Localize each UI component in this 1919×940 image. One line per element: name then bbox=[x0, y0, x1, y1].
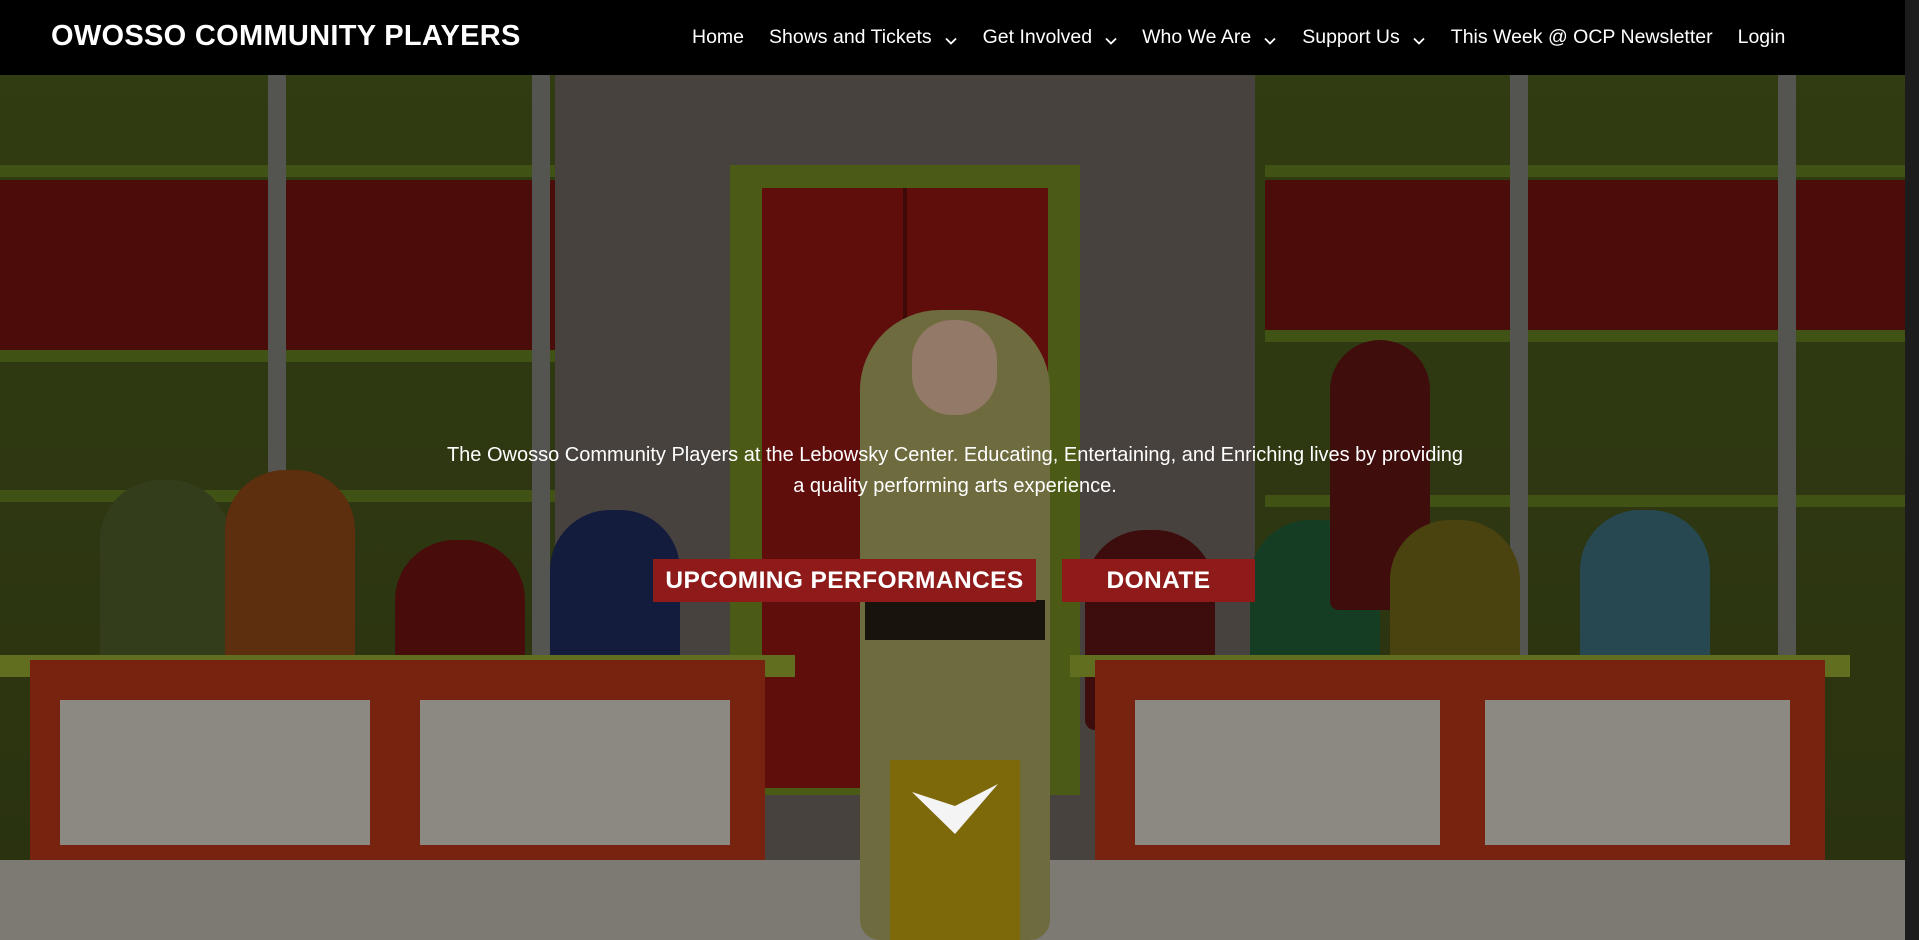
nav-item-newsletter[interactable]: This Week @ OCP Newsletter bbox=[1451, 26, 1713, 49]
hero-section: The Owosso Community Players at the Lebo… bbox=[0, 0, 1919, 940]
nav-item-label: This Week @ OCP Newsletter bbox=[1450, 26, 1713, 48]
nav-item-login[interactable]: Login bbox=[1738, 26, 1786, 49]
scroll-down-chevron-icon[interactable] bbox=[912, 784, 998, 834]
donate-button[interactable]: DONATE bbox=[1062, 559, 1255, 602]
nav-item-support-us[interactable]: Support Us bbox=[1302, 26, 1426, 49]
nav-item-who-we-are[interactable]: Who We Are bbox=[1142, 26, 1277, 49]
nav-item-get-involved[interactable]: Get Involved bbox=[983, 26, 1118, 49]
site-header: OWOSSO COMMUNITY PLAYERS Home Shows and … bbox=[0, 0, 1919, 75]
nav-item-label: Get Involved bbox=[982, 26, 1093, 48]
nav-item-label: Shows and Tickets bbox=[769, 26, 932, 48]
chevron-down-icon bbox=[1263, 31, 1277, 45]
main-nav: Home Shows and Tickets Get Involved Who … bbox=[692, 0, 1785, 75]
nav-item-label: Home bbox=[692, 26, 745, 48]
hero-tagline: The Owosso Community Players at the Lebo… bbox=[446, 444, 1464, 497]
chevron-down-icon bbox=[1104, 31, 1118, 45]
nav-item-label: Login bbox=[1737, 26, 1786, 48]
nav-item-label: Support Us bbox=[1302, 26, 1400, 48]
nav-item-shows-and-tickets[interactable]: Shows and Tickets bbox=[769, 26, 958, 49]
nav-item-home[interactable]: Home bbox=[692, 26, 744, 49]
upcoming-performances-button[interactable]: UPCOMING PERFORMANCES bbox=[653, 559, 1036, 602]
chevron-down-icon bbox=[944, 31, 958, 45]
chevron-down-icon bbox=[1412, 31, 1426, 45]
page-scrollbar[interactable] bbox=[1905, 0, 1919, 940]
site-title[interactable]: OWOSSO COMMUNITY PLAYERS bbox=[51, 20, 521, 53]
nav-item-label: Who We Are bbox=[1142, 26, 1252, 48]
